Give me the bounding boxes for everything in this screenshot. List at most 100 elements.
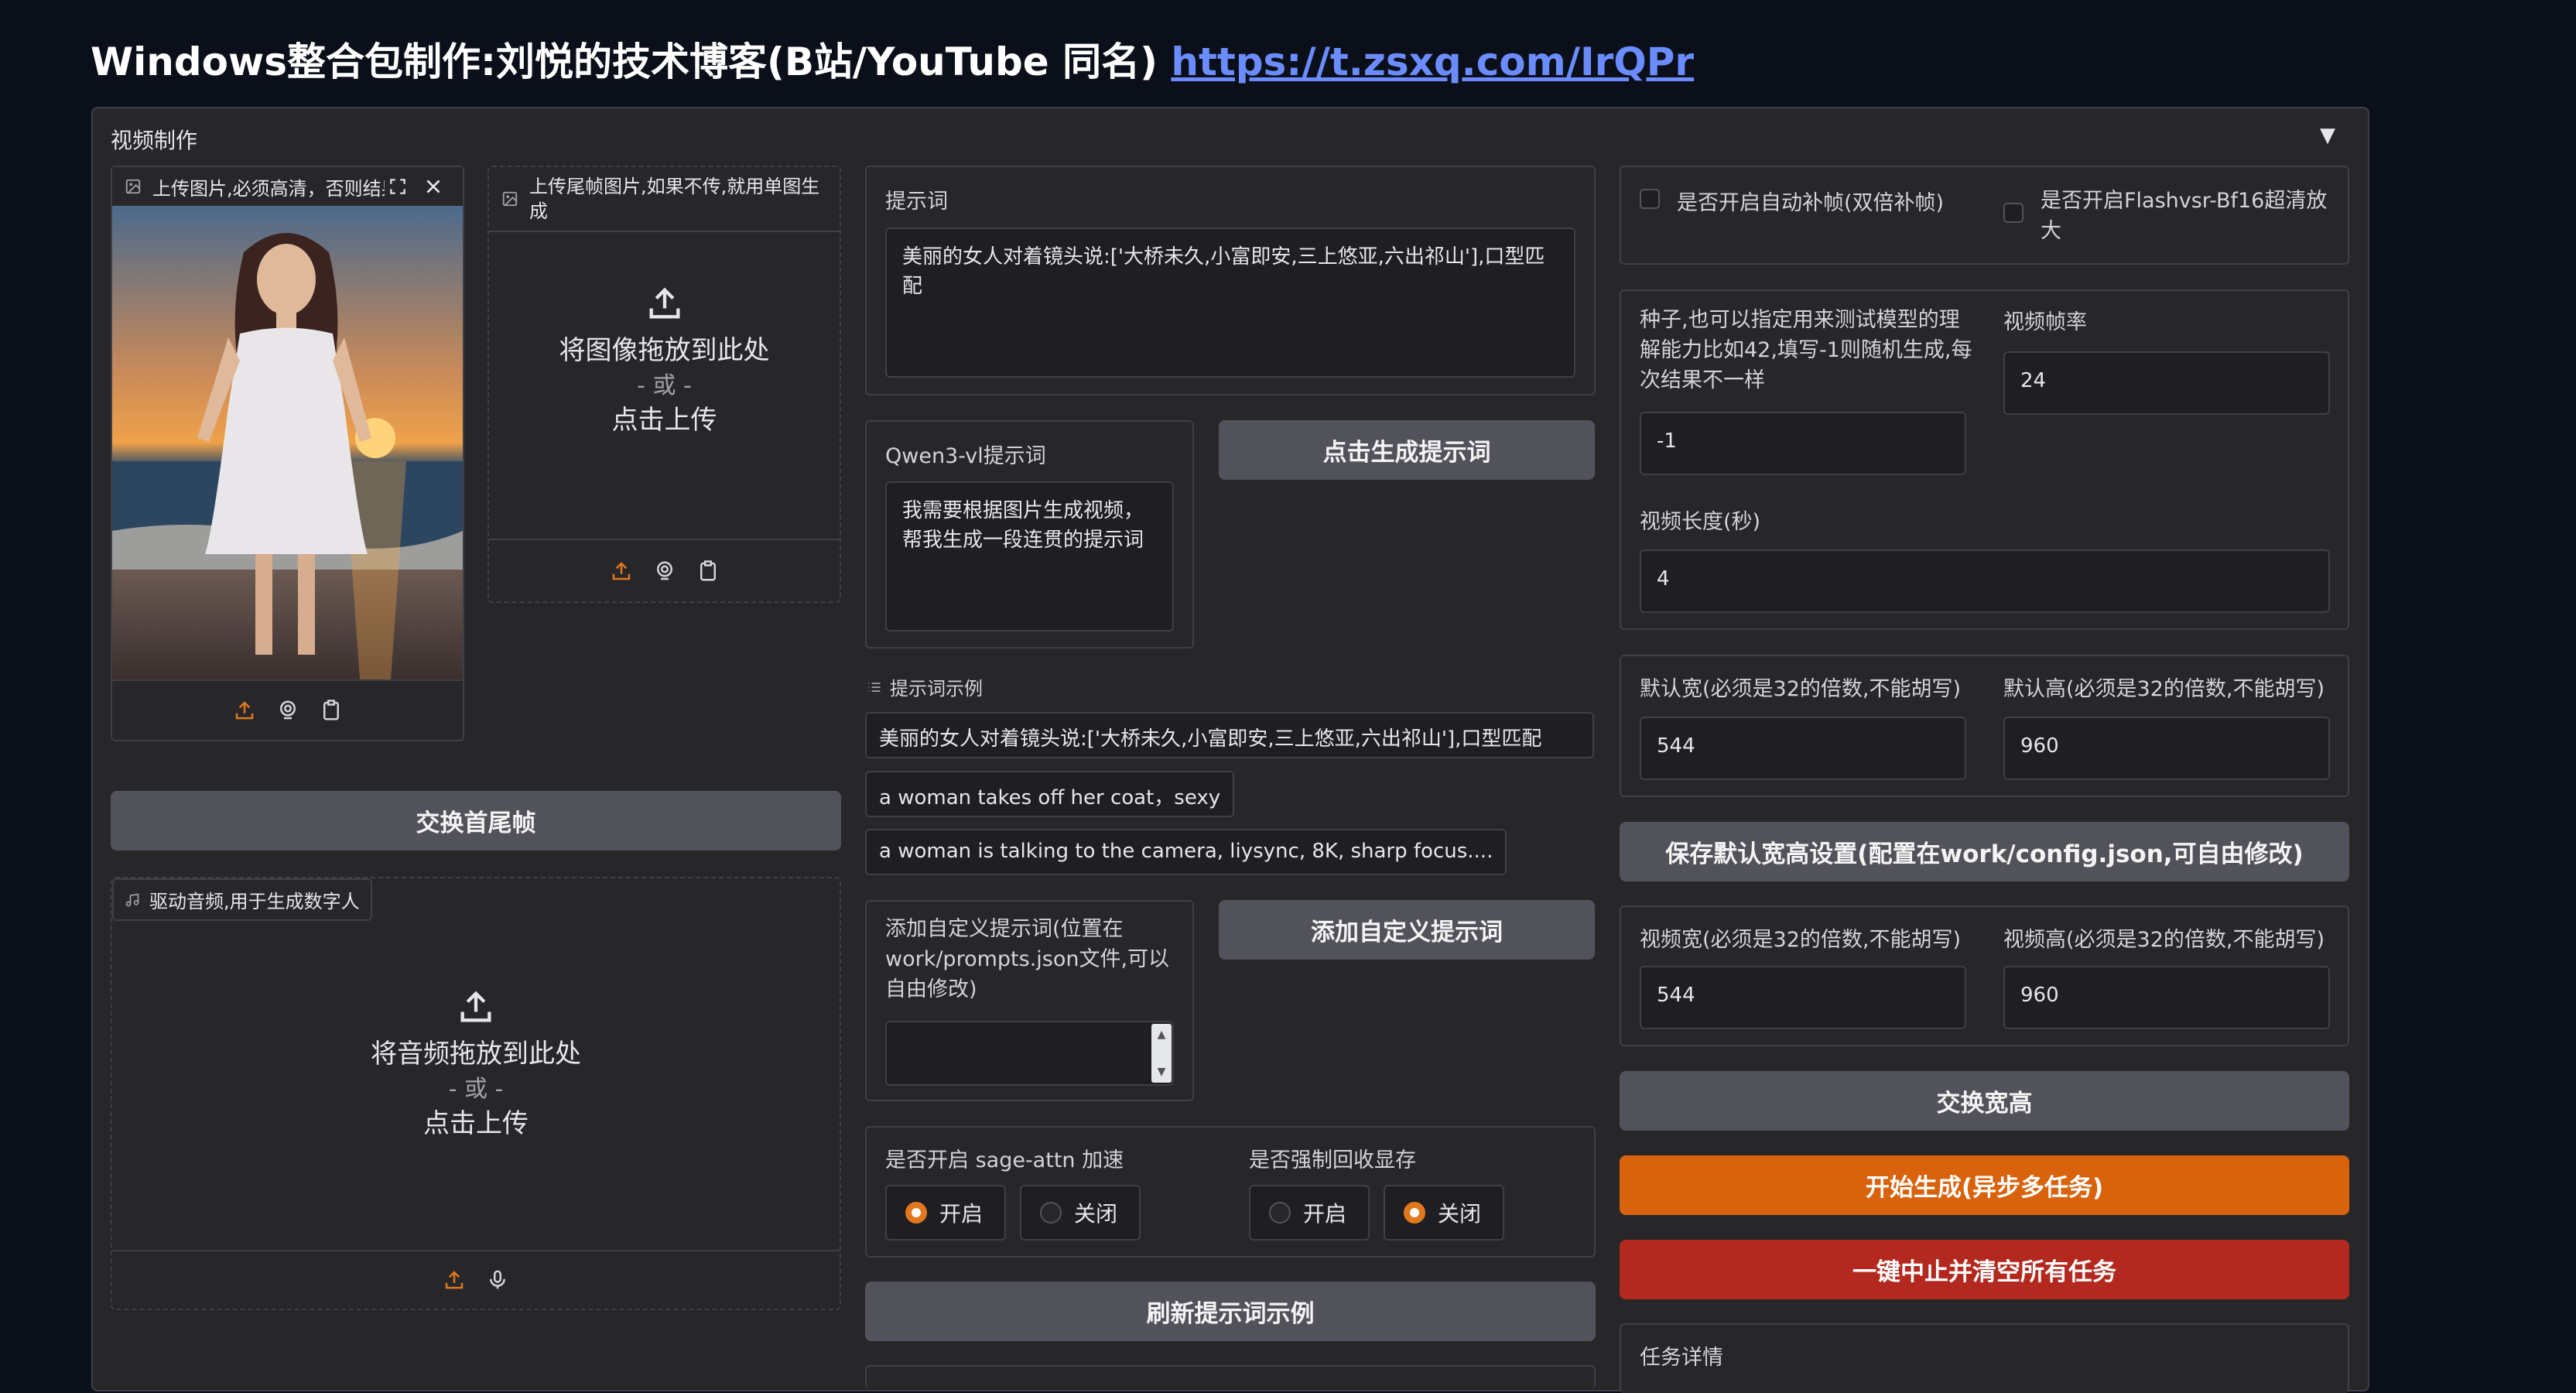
- sage-attn-on[interactable]: 开启: [885, 1185, 1006, 1241]
- example-item[interactable]: a woman takes off her coat，sexy: [865, 771, 1235, 817]
- swap-frames-button[interactable]: 交换首尾帧: [111, 791, 841, 851]
- last-frame-dropzone[interactable]: 将图像拖放到此处 - 或 - 点击上传: [489, 283, 840, 439]
- upload-icon: [112, 987, 840, 1027]
- video-size-group: 视频宽(必须是32的倍数,不能胡写) 544 视频高(必须是32的倍数,不能胡写…: [1620, 905, 2349, 1046]
- image-upload-label: 上传图片,必须高清，否则结果: [152, 177, 385, 200]
- refresh-examples-button[interactable]: 刷新提示词示例: [865, 1282, 1596, 1341]
- drop-or-text: - 或 -: [637, 371, 692, 399]
- last-frame-source-bar: [489, 539, 840, 601]
- upload-icon[interactable]: [610, 560, 633, 583]
- webcam-icon[interactable]: [276, 699, 299, 722]
- start-generation-button[interactable]: 开始生成(异步多任务): [1620, 1155, 2349, 1215]
- flashvsr-label: 是否开启Flashvsr-Bf16超清放大: [2041, 189, 2328, 244]
- image-icon: [125, 178, 142, 195]
- panel-title[interactable]: 视频制作: [111, 124, 197, 155]
- force-gc-label: 是否强制回收显存: [1249, 1148, 1416, 1172]
- close-icon[interactable]: [423, 176, 443, 197]
- scroll-up-icon[interactable]: ▲: [1158, 1028, 1166, 1041]
- radio-label: 关闭: [1438, 1201, 1482, 1227]
- custom-prompt-label: 添加自定义提示词(位置在work/prompts.json文件,可以自由修改): [885, 917, 1170, 1002]
- flashvsr-checkbox[interactable]: [2003, 203, 2024, 223]
- qwen-prompt-label: Qwen3-vl提示词: [885, 444, 1046, 468]
- radio-selected[interactable]: [1404, 1202, 1425, 1224]
- fps-label: 视频帧率: [2003, 310, 2087, 334]
- radio-unselected[interactable]: [1269, 1202, 1291, 1224]
- microphone-icon[interactable]: [486, 1268, 509, 1292]
- force-gc-off[interactable]: 关闭: [1384, 1185, 1504, 1241]
- stop-all-button[interactable]: 一键中止并清空所有任务: [1620, 1240, 2349, 1299]
- default-height-input[interactable]: 960: [2003, 717, 2330, 780]
- custom-prompt-input[interactable]: [885, 1021, 1174, 1086]
- example-item[interactable]: 美丽的女人对着镜头说:['大桥未久,小富即安,三上悠亚,六出祁山'],口型匹配: [865, 712, 1594, 758]
- drop-main-text: 将图像拖放到此处: [559, 335, 770, 366]
- audio-upload[interactable]: 驱动音频,用于生成数字人 将音频拖放到此处 - 或 - 点击上传: [111, 877, 841, 1310]
- sage-attn-label: 是否开启 sage-attn 加速: [885, 1148, 1124, 1172]
- fullscreen-icon[interactable]: [388, 176, 408, 197]
- image-upload[interactable]: 上传图片,必须高清，否则结果: [111, 166, 464, 741]
- seed-label: 种子,也可以指定用来测试模型的理解能力比如42,填写-1则随机生成,每次结果不一…: [1640, 308, 1972, 393]
- qwen-prompt-textarea[interactable]: 我需要根据图片生成视频，帮我生成一段连贯的提示词: [885, 481, 1174, 631]
- drop-click-text: 点击上传: [423, 1107, 529, 1139]
- last-frame-upload[interactable]: 上传尾帧图片,如果不传,就用单图生成 将图像拖放到此处 - 或 - 点击上传: [487, 166, 841, 603]
- drop-or-text: - 或 -: [448, 1075, 504, 1103]
- image-upload-header: 上传图片,必须高清，否则结果: [112, 167, 463, 206]
- force-gc-on[interactable]: 开启: [1249, 1185, 1370, 1241]
- scroll-down-icon[interactable]: ▼: [1158, 1066, 1166, 1078]
- list-icon: [867, 679, 882, 695]
- video-width-label: 视频宽(必须是32的倍数,不能胡写): [1640, 928, 1962, 952]
- swap-wh-button[interactable]: 交换宽高: [1620, 1071, 2349, 1131]
- fps-input[interactable]: 24: [2003, 351, 2330, 415]
- clipboard-icon[interactable]: [696, 560, 720, 583]
- prompt-group: 提示词 美丽的女人对着镜头说:['大桥未久,小富即安,三上悠亚,六出祁山'],口…: [865, 166, 1596, 395]
- seed-input[interactable]: -1: [1640, 412, 1966, 475]
- custom-prompt-group: 添加自定义提示词(位置在work/prompts.json文件,可以自由修改) …: [865, 900, 1194, 1101]
- drop-main-text: 将音频拖放到此处: [371, 1039, 581, 1070]
- bottom-group: [865, 1365, 1596, 1388]
- checkbox-group: 是否开启自动补帧(双倍补帧) 是否开启Flashvsr-Bf16超清放大: [1620, 166, 2349, 265]
- examples-label: 提示词示例: [890, 678, 983, 700]
- interp-label: 是否开启自动补帧(双倍补帧): [1677, 191, 1945, 215]
- upload-icon[interactable]: [443, 1268, 466, 1292]
- collapse-icon[interactable]: ▼: [2320, 124, 2335, 147]
- interp-checkbox[interactable]: [1640, 189, 1660, 209]
- music-note-icon: [125, 892, 140, 908]
- image-icon: [501, 190, 518, 207]
- example-item[interactable]: a woman is talking to the camera, liysyn…: [865, 829, 1507, 875]
- generate-prompt-button[interactable]: 点击生成提示词: [1219, 420, 1595, 480]
- uploaded-image-preview: [112, 206, 463, 679]
- webcam-icon[interactable]: [653, 560, 676, 583]
- radio-label: 关闭: [1074, 1201, 1118, 1227]
- qwen-prompt-group: Qwen3-vl提示词 我需要根据图片生成视频，帮我生成一段连贯的提示词: [865, 420, 1194, 649]
- add-custom-prompt-button[interactable]: 添加自定义提示词: [1219, 900, 1595, 960]
- task-details-label: 任务详情: [1640, 1346, 1723, 1370]
- page-title: Windows整合包制作:刘悦的技术博客(B站/YouTube 同名) http…: [91, 31, 1694, 87]
- header-link[interactable]: https://t.zsxq.com/IrQPr: [1171, 39, 1694, 84]
- prompt-textarea[interactable]: 美丽的女人对着镜头说:['大桥未久,小富即安,三上悠亚,六出祁山'],口型匹配: [885, 228, 1575, 378]
- sage-attn-off[interactable]: 关闭: [1020, 1185, 1141, 1241]
- duration-label: 视频长度(秒): [1640, 510, 1761, 534]
- video-height-input[interactable]: 960: [2003, 966, 2330, 1029]
- audio-upload-label: 驱动音频,用于生成数字人: [149, 891, 360, 912]
- image-source-bar: [112, 679, 463, 740]
- video-height-label: 视频高(必须是32的倍数,不能胡写): [2003, 928, 2325, 952]
- duration-input[interactable]: 4: [1640, 549, 2330, 613]
- seed-fps-group: 种子,也可以指定用来测试模型的理解能力比如42,填写-1则随机生成,每次结果不一…: [1620, 289, 2349, 630]
- radio-unselected[interactable]: [1040, 1202, 1062, 1224]
- radio-label: 开启: [939, 1201, 984, 1227]
- scrollbar[interactable]: ▲ ▼: [1151, 1024, 1172, 1083]
- task-details-group: 任务详情: [1620, 1323, 2349, 1393]
- default-size-group: 默认宽(必须是32的倍数,不能胡写) 544 默认高(必须是32的倍数,不能胡写…: [1620, 655, 2349, 797]
- default-width-label: 默认宽(必须是32的倍数,不能胡写): [1640, 677, 1962, 701]
- upload-icon[interactable]: [233, 699, 256, 722]
- upload-icon: [489, 283, 840, 323]
- default-width-input[interactable]: 544: [1640, 717, 1966, 780]
- last-frame-header: 上传尾帧图片,如果不传,就用单图生成: [489, 167, 840, 232]
- radio-selected[interactable]: [905, 1202, 927, 1224]
- video-width-input[interactable]: 544: [1640, 966, 1966, 1029]
- audio-upload-header: 驱动音频,用于生成数字人: [112, 878, 372, 921]
- save-defaults-button[interactable]: 保存默认宽高设置(配置在work/config.json,可自由修改): [1620, 822, 2349, 881]
- page-title-text: Windows整合包制作:刘悦的技术博客(B站/YouTube 同名): [91, 39, 1158, 84]
- clipboard-icon[interactable]: [320, 699, 343, 722]
- options-group: 是否开启 sage-attn 加速 开启 关闭 是否强制回收显存 开启 关闭: [865, 1126, 1596, 1258]
- audio-dropzone[interactable]: 将音频拖放到此处 - 或 - 点击上传: [112, 987, 840, 1142]
